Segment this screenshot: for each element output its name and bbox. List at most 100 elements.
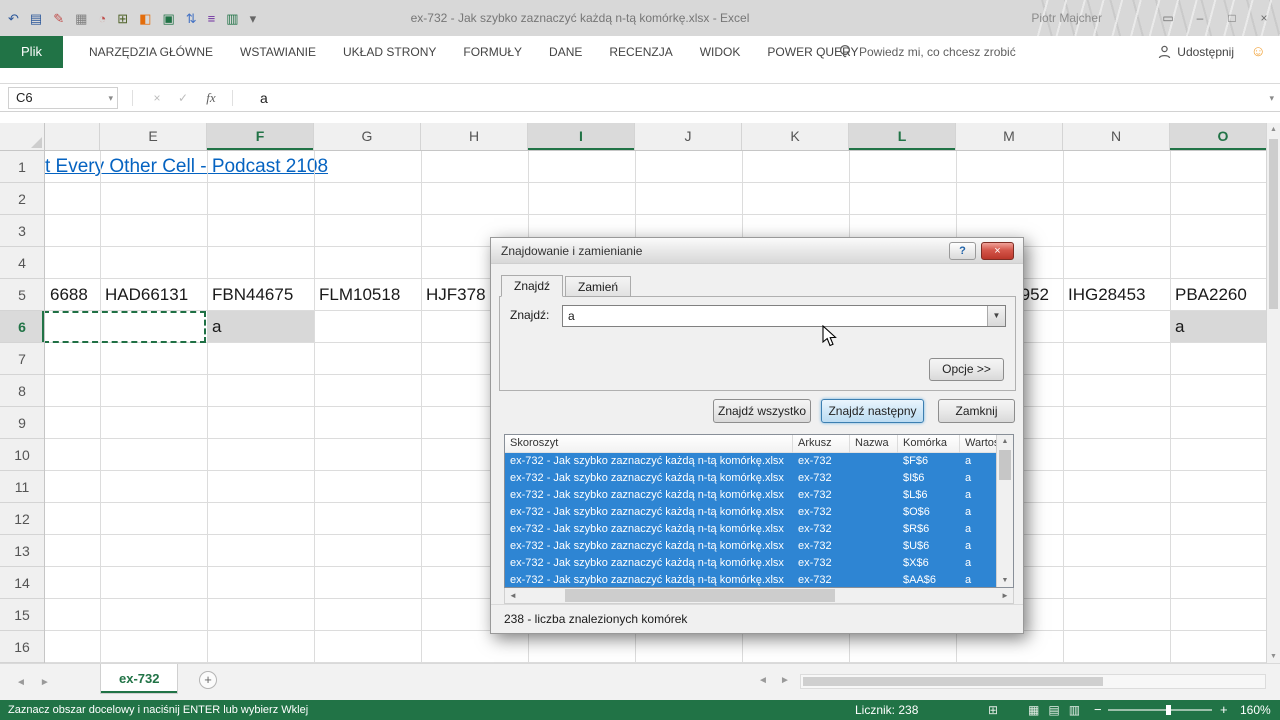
column-header-h[interactable]: H: [421, 123, 528, 150]
zoom-level[interactable]: 160%: [1240, 700, 1271, 720]
cell-E5[interactable]: HAD66131: [100, 279, 188, 310]
dialog-close-button[interactable]: ×: [981, 242, 1014, 260]
column-header-l[interactable]: L: [849, 123, 956, 150]
row-header-8[interactable]: 8: [0, 375, 44, 407]
scroll-up-icon[interactable]: ▲: [997, 438, 1013, 445]
sheet-nav-right-icon[interactable]: ►: [40, 677, 50, 688]
select-all-corner[interactable]: [0, 123, 45, 150]
chart-icon[interactable]: ▥: [226, 12, 238, 25]
new-sheet-icon[interactable]: ▣: [162, 12, 174, 25]
ribbon-tab-wstawianie[interactable]: WSTAWIANIE: [240, 45, 316, 59]
combo-dropdown-icon[interactable]: ▼: [987, 306, 1005, 326]
ribbon-tab-dane[interactable]: DANE: [549, 45, 582, 59]
sort-icon[interactable]: ⇅: [186, 12, 197, 25]
close-button[interactable]: Zamknij: [938, 399, 1015, 423]
format-painter-icon[interactable]: ✎: [53, 12, 64, 25]
list-header-wartość[interactable]: Wartość: [960, 435, 998, 453]
undo-icon[interactable]: ↶: [8, 12, 19, 25]
row-header-7[interactable]: 7: [0, 343, 44, 375]
options-button[interactable]: Opcje >>: [929, 358, 1004, 381]
row-header-4[interactable]: 4: [0, 247, 44, 279]
result-row[interactable]: ex-732 - Jak szybko zaznaczyć każdą n-tą…: [505, 470, 998, 487]
paste-special-icon[interactable]: ▦: [75, 12, 87, 25]
file-tab[interactable]: Plik: [0, 36, 63, 68]
row-header-10[interactable]: 10: [0, 439, 44, 471]
vertical-scrollbar[interactable]: ▲ ▼: [1266, 123, 1280, 663]
column-header-i[interactable]: I: [528, 123, 635, 150]
cell-O5[interactable]: PBA2260: [1170, 279, 1247, 310]
ribbon-tab-formuły[interactable]: FORMUŁY: [463, 45, 522, 59]
column-header-j[interactable]: J: [635, 123, 742, 150]
tell-me-box[interactable]: Powiedz mi, co chcesz zrobić: [838, 36, 1016, 68]
row-header-11[interactable]: 11: [0, 471, 44, 503]
recent-file-icon[interactable]: ◔: [98, 12, 106, 25]
row-header-14[interactable]: 14: [0, 567, 44, 599]
cell-H5[interactable]: HJF378: [421, 279, 486, 310]
find-all-button[interactable]: Znajdź wszystko: [713, 399, 811, 423]
scroll-up-icon[interactable]: ▲: [1267, 126, 1280, 133]
hscroll-left-icon[interactable]: ◄: [758, 675, 768, 686]
ribbon-tab-recenzja[interactable]: RECENZJA: [609, 45, 672, 59]
share-button[interactable]: Udostępnij: [1158, 36, 1234, 68]
result-row[interactable]: ex-732 - Jak szybko zaznaczyć każdą n-tą…: [505, 538, 998, 555]
list-header-nazwa[interactable]: Nazwa: [850, 435, 898, 453]
calculator-icon[interactable]: ⊞: [117, 12, 128, 25]
row-header-1[interactable]: 1: [0, 151, 44, 183]
sheet-nav-left-icon[interactable]: ◄: [16, 677, 26, 688]
zoom-out-button[interactable]: −: [1094, 700, 1102, 720]
normal-view-icon[interactable]: ▦: [1028, 703, 1039, 717]
list-header-komórka[interactable]: Komórka: [898, 435, 960, 453]
cell-N5[interactable]: IHG28453: [1063, 279, 1146, 310]
zoom-in-button[interactable]: +: [1220, 700, 1228, 720]
dialog-help-button[interactable]: ?: [949, 242, 976, 260]
results-scrollbar[interactable]: ▲ ▼: [996, 435, 1013, 587]
macro-grid-icon[interactable]: ⊞: [988, 700, 998, 720]
row-header-12[interactable]: 12: [0, 503, 44, 535]
scroll-right-icon[interactable]: ►: [997, 588, 1013, 603]
column-header-e[interactable]: E: [100, 123, 207, 150]
column-header-k[interactable]: K: [742, 123, 849, 150]
restore-button[interactable]: □: [1224, 11, 1240, 25]
column-header-n[interactable]: N: [1063, 123, 1170, 150]
sheet-tab-ex-732[interactable]: ex-732: [100, 664, 179, 694]
formula-input[interactable]: a: [260, 87, 268, 109]
cell-G5[interactable]: FLM10518: [314, 279, 400, 310]
row-header-13[interactable]: 13: [0, 535, 44, 567]
qat-customize-icon[interactable]: ▾: [250, 12, 257, 25]
add-sheet-button[interactable]: +: [199, 671, 217, 689]
zoom-slider-track[interactable]: [1108, 709, 1212, 711]
find-input[interactable]: a ▼: [562, 305, 1006, 327]
row-header-6[interactable]: 6: [0, 311, 44, 343]
dialog-title[interactable]: Znajdowanie i zamienianie: [491, 238, 1023, 264]
horizontal-scrollbar[interactable]: [800, 674, 1266, 689]
close-window-button[interactable]: ×: [1256, 11, 1272, 25]
result-row[interactable]: ex-732 - Jak szybko zaznaczyć każdą n-tą…: [505, 453, 998, 470]
results-horizontal-scrollbar[interactable]: ◄ ►: [504, 588, 1014, 604]
result-row[interactable]: ex-732 - Jak szybko zaznaczyć każdą n-tą…: [505, 555, 998, 572]
cell-D5[interactable]: 6688: [45, 279, 88, 310]
zoom-slider-thumb[interactable]: [1166, 705, 1171, 715]
row-header-2[interactable]: 2: [0, 183, 44, 215]
row-header-9[interactable]: 9: [0, 407, 44, 439]
column-header-g[interactable]: G: [314, 123, 421, 150]
cell-F6[interactable]: a: [207, 311, 314, 342]
page-layout-view-icon[interactable]: ▤: [1048, 703, 1059, 717]
ribbon-tab-układ-strony[interactable]: UKŁAD STRONY: [343, 45, 436, 59]
tab-zamien[interactable]: Zamień: [565, 276, 632, 297]
tab-znajdz[interactable]: Znajdź: [501, 275, 564, 297]
list-header-skoroszyt[interactable]: Skoroszyt: [505, 435, 793, 453]
name-box[interactable]: C6 ▾: [8, 87, 118, 109]
column-header-m[interactable]: M: [956, 123, 1063, 150]
column-header-o[interactable]: O: [1170, 123, 1277, 150]
ribbon-tab-widok[interactable]: WIDOK: [700, 45, 741, 59]
feedback-smiley-button[interactable]: ☺: [1251, 36, 1266, 68]
row-header-3[interactable]: 3: [0, 215, 44, 247]
row-header-15[interactable]: 15: [0, 599, 44, 631]
results-hscroll-thumb[interactable]: [565, 589, 835, 602]
freeze-panes-icon[interactable]: ≡: [208, 12, 216, 25]
result-row[interactable]: ex-732 - Jak szybko zaznaczyć każdą n-tą…: [505, 487, 998, 504]
fill-color-icon[interactable]: ◧: [139, 12, 151, 25]
insert-function-icon[interactable]: fx: [200, 87, 222, 109]
results-list[interactable]: SkoroszytArkuszNazwaKomórkaWartość ex-73…: [504, 434, 1014, 588]
horizontal-scrollbar-thumb[interactable]: [803, 677, 1103, 686]
